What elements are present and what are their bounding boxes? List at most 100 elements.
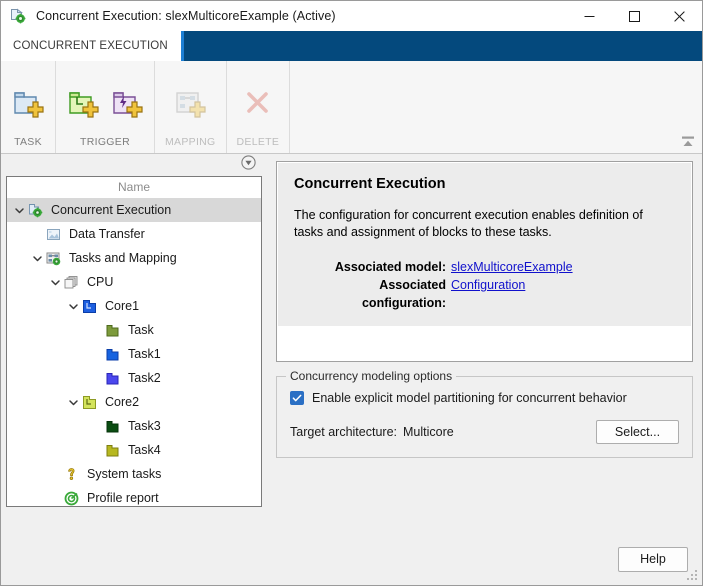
ribbon-toolbar: TASK (1, 61, 702, 154)
associated-model-label: Associated model: (294, 258, 446, 276)
associated-model-row: Associated model: slexMulticoreExample (294, 258, 675, 276)
close-button[interactable] (657, 1, 702, 31)
tree-node-label: Task1 (128, 348, 161, 361)
delete-button[interactable] (238, 80, 278, 124)
core-yellow-icon (81, 394, 98, 411)
system-tasks-icon (63, 466, 80, 483)
title-bar: Concurrent Execution: slexMulticoreExamp… (1, 1, 702, 31)
window-controls (567, 1, 702, 31)
collapse-ribbon-icon[interactable] (678, 133, 698, 151)
tree-pane: Name (1, 154, 265, 533)
concurrent-execution-icon (8, 6, 28, 26)
resize-grip-icon[interactable] (687, 570, 699, 582)
target-architecture-value: Multicore (403, 425, 454, 439)
twisty-expanded-icon[interactable] (65, 390, 81, 414)
tree-node-label: Task2 (128, 372, 161, 385)
ribbon-group-label-delete: DELETE (227, 136, 290, 153)
description-title: Concurrent Execution (294, 176, 675, 192)
tree-node-data-transfer[interactable]: Data Transfer (7, 222, 261, 246)
profile-report-icon (63, 490, 80, 507)
concurrent-execution-window: Concurrent Execution: slexMulticoreExamp… (0, 0, 703, 586)
tree-node-system-tasks[interactable]: System tasks (7, 462, 261, 486)
twisty-none (88, 366, 104, 390)
tree-node-task3[interactable]: Task3 (7, 414, 261, 438)
tree-node-concurrent-execution[interactable]: Concurrent Execution (7, 198, 261, 222)
tree-node-label: Task (128, 324, 154, 337)
twisty-none (88, 414, 104, 438)
enable-partitioning-checkbox[interactable] (290, 391, 304, 405)
target-architecture-row: Target architecture: Multicore Select... (290, 420, 679, 444)
add-periodic-trigger-button[interactable] (63, 80, 103, 124)
twisty-none (29, 222, 45, 246)
select-architecture-button[interactable]: Select... (596, 420, 679, 444)
ribbon-group-delete: DELETE (227, 61, 291, 153)
cpu-icon (63, 274, 80, 291)
ribbon-group-label-task: TASK (4, 136, 52, 153)
add-mapping-button[interactable] (170, 80, 210, 124)
tasks-and-mapping-icon (45, 250, 62, 267)
tree-node-task[interactable]: Task (7, 318, 261, 342)
concurrency-modeling-options-group: Concurrency modeling options Enable expl… (276, 376, 693, 458)
tree-node-label: Core1 (105, 300, 139, 313)
ribbon-group-label-trigger: TRIGGER (70, 136, 140, 153)
core-blue-icon (81, 298, 98, 315)
data-transfer-icon (45, 226, 62, 243)
tree-node-label: Core2 (105, 396, 139, 409)
add-aperiodic-trigger-button[interactable] (107, 80, 147, 124)
description-paragraph: The configuration for concurrent executi… (294, 207, 669, 241)
tree-node-list: Concurrent Execution Data Transfer (7, 197, 261, 506)
twisty-none (88, 438, 104, 462)
tree-node-profile-report[interactable]: Profile report (7, 486, 261, 506)
tree-node-label: Profile report (87, 492, 159, 505)
task-darkgreen-icon (104, 418, 121, 435)
description-content: Concurrent Execution The configuration f… (278, 163, 691, 326)
ribbon-group-task: TASK (1, 61, 56, 153)
filter-dropdown-icon[interactable] (241, 155, 256, 175)
twisty-none (47, 462, 63, 486)
twisty-expanded-icon[interactable] (47, 270, 63, 294)
help-button[interactable]: Help (618, 547, 688, 572)
concurrency-modeling-options-legend: Concurrency modeling options (286, 369, 456, 383)
footer-bar: Help (1, 533, 702, 585)
tree-node-core2[interactable]: Core2 (7, 390, 261, 414)
details-pane: Concurrent Execution The configuration f… (265, 154, 702, 533)
tree-node-label: Task4 (128, 444, 161, 457)
maximize-button[interactable] (612, 1, 657, 31)
associated-model-link[interactable]: slexMulticoreExample (451, 258, 573, 276)
tree-node-tasks-and-mapping[interactable]: Tasks and Mapping (7, 246, 261, 270)
enable-partitioning-row: Enable explicit model partitioning for c… (290, 391, 679, 405)
twisty-expanded-icon[interactable] (65, 294, 81, 318)
ribbon-group-mapping: MAPPING (155, 61, 227, 153)
twisty-none (88, 318, 104, 342)
task-yellow-icon (104, 442, 121, 459)
tab-strip: CONCURRENT EXECUTION (1, 31, 702, 61)
tab-concurrent-execution[interactable]: CONCURRENT EXECUTION (1, 31, 184, 61)
twisty-none (47, 486, 63, 506)
task-violet-icon (104, 370, 121, 387)
tree-column-header-name: Name (7, 177, 261, 197)
tree-node-label: Task3 (128, 420, 161, 433)
tree-node-task1[interactable]: Task1 (7, 342, 261, 366)
associated-configuration-row: Associated configuration: Configuration (294, 276, 675, 312)
tree-node-label: CPU (87, 276, 113, 289)
tree-toolbar (1, 154, 265, 176)
twisty-expanded-icon[interactable] (11, 198, 27, 222)
tree-node-task2[interactable]: Task2 (7, 366, 261, 390)
twisty-none (88, 342, 104, 366)
tree-node-task4[interactable]: Task4 (7, 438, 261, 462)
minimize-button[interactable] (567, 1, 612, 31)
concurrent-execution-icon (27, 202, 44, 219)
associated-configuration-link[interactable]: Configuration (451, 276, 525, 312)
twisty-expanded-icon[interactable] (29, 246, 45, 270)
enable-partitioning-label: Enable explicit model partitioning for c… (312, 391, 627, 405)
tree-view: Name (6, 176, 262, 507)
target-architecture-label: Target architecture: (290, 425, 397, 439)
add-task-button[interactable] (8, 80, 48, 124)
tree-node-core1[interactable]: Core1 (7, 294, 261, 318)
ribbon-group-label-mapping: MAPPING (155, 136, 226, 153)
tree-node-cpu[interactable]: CPU (7, 270, 261, 294)
associated-configuration-label: Associated configuration: (294, 276, 446, 312)
window-title: Concurrent Execution: slexMulticoreExamp… (36, 9, 336, 23)
tree-node-label: Tasks and Mapping (69, 252, 177, 265)
description-panel: Concurrent Execution The configuration f… (276, 161, 693, 362)
